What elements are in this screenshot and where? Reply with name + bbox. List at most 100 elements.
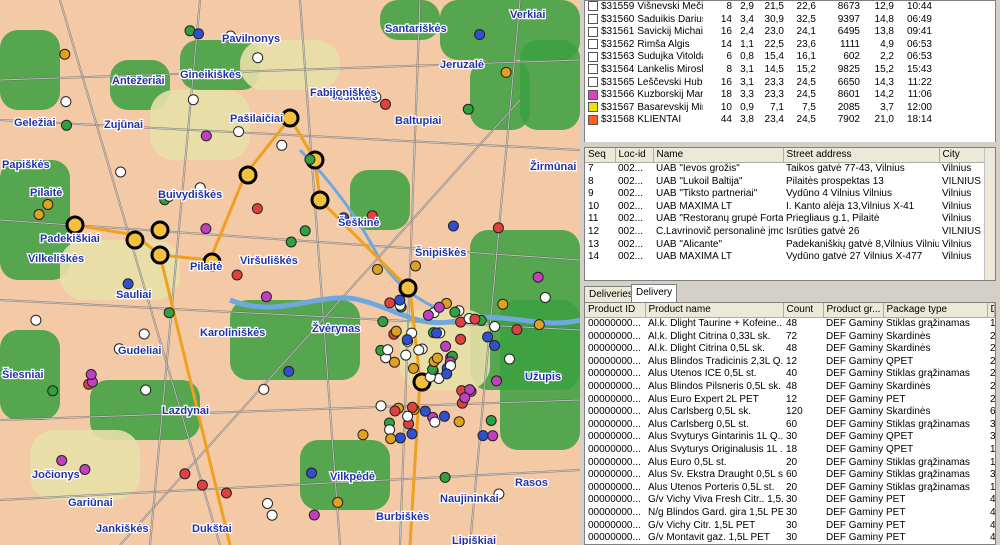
table-row[interactable]: 00000000... Alus Euro 0,5L st. 20 DEF Gamin… — [585, 457, 995, 470]
table-row[interactable]: 00000000... Alus Blindos Tradicinis 2,3L … — [585, 356, 995, 369]
stop-marker[interactable] — [251, 203, 263, 215]
stop-marker-major[interactable] — [280, 108, 300, 128]
stop-marker[interactable] — [394, 432, 406, 444]
stop-marker[interactable] — [79, 464, 91, 475]
stop-marker-major[interactable] — [125, 230, 145, 250]
stop-marker[interactable] — [276, 139, 288, 151]
stop-marker[interactable] — [533, 319, 545, 331]
stop-marker[interactable] — [306, 467, 318, 479]
stop-marker[interactable] — [449, 306, 461, 318]
stop-marker[interactable] — [187, 94, 199, 106]
stop-marker[interactable] — [115, 166, 127, 178]
stop-marker[interactable] — [489, 321, 501, 332]
stop-marker[interactable] — [85, 369, 97, 380]
table-row[interactable]: $31566Kuzborskij Marek 18 3,3 23,3 24,5 8601 1… — [585, 89, 995, 102]
table-row[interactable]: $31559Višnevski Mečislav 8 2,9 21,5 22,6 8673… — [585, 1, 995, 14]
stop-marker[interactable] — [200, 130, 212, 142]
items-grid[interactable]: Product ID Product name Count Product gr...… — [584, 302, 996, 545]
stop-marker[interactable] — [258, 383, 270, 395]
stop-marker[interactable] — [304, 154, 316, 165]
table-row[interactable]: 00000000... Alus Carlsberg 0,5L sk. 120 DEF… — [585, 406, 995, 419]
stop-marker[interactable] — [382, 344, 394, 356]
stop-marker[interactable] — [357, 429, 369, 441]
table-row[interactable]: $31561 Savickij Michail 16 2,4 23,0 24,1 6495 1… — [585, 26, 995, 39]
stop-marker[interactable] — [193, 28, 204, 40]
stop-marker[interactable] — [422, 309, 434, 321]
table-row[interactable]: $31568 KLIENTAI 44 3,8 23,4 24,5 7902 21,0 18:14 — [585, 114, 995, 127]
stop-marker[interactable] — [440, 340, 452, 352]
stop-marker[interactable] — [408, 362, 419, 374]
stop-marker-major[interactable] — [150, 245, 170, 265]
stop-marker[interactable] — [439, 410, 450, 422]
stop-marker[interactable] — [377, 316, 389, 328]
stop-marker[interactable] — [61, 119, 72, 131]
stop-marker[interactable] — [431, 352, 443, 364]
stop-marker[interactable] — [487, 430, 499, 442]
stop-marker[interactable] — [406, 428, 418, 440]
stop-marker[interactable] — [283, 365, 295, 377]
stop-marker[interactable] — [60, 96, 72, 108]
stop-marker[interactable] — [231, 269, 243, 281]
stop-marker[interactable] — [459, 392, 471, 404]
stop-marker[interactable] — [453, 416, 465, 428]
stop-marker[interactable] — [285, 236, 297, 248]
stops-grid[interactable]: Seq Loc-id Name Street address City 7 002... U… — [584, 147, 996, 281]
route-map[interactable]: Santariškės Verkiai Pavilnonys Gineikiškės A… — [0, 0, 580, 545]
stop-marker[interactable] — [402, 410, 414, 422]
stop-marker[interactable] — [469, 313, 481, 325]
tab-deliveries[interactable]: Deliveries — [584, 286, 638, 302]
stop-marker[interactable] — [497, 298, 509, 310]
stop-marker[interactable] — [122, 278, 134, 290]
table-row[interactable]: 00000000... Alus Carlsberg 0,5L st. 60 DEF … — [585, 419, 995, 432]
stop-marker[interactable] — [262, 498, 273, 509]
stop-marker[interactable] — [233, 126, 245, 138]
table-row[interactable]: 00000000... Alus Blindos Pilsneris 0,5L s… — [585, 381, 995, 394]
stop-marker[interactable] — [266, 509, 278, 521]
stop-marker-major[interactable] — [65, 215, 85, 235]
stop-marker-major[interactable] — [150, 220, 170, 240]
tab-delivery-items[interactable]: Delivery items — [631, 284, 678, 313]
stop-marker[interactable] — [140, 384, 152, 396]
stop-marker[interactable] — [455, 333, 467, 345]
table-row[interactable]: 00000000... Alus Švyturys Gintarinis 1L Q… — [585, 431, 995, 444]
stop-marker[interactable] — [375, 400, 387, 412]
stop-marker[interactable] — [433, 301, 445, 313]
table-row[interactable]: 00000000... Alus Šv. Ekstra Draught 0,5L … — [585, 469, 995, 482]
stop-marker[interactable] — [394, 294, 406, 306]
stop-marker[interactable] — [489, 340, 501, 351]
stop-marker[interactable] — [431, 327, 442, 339]
table-row[interactable]: 13 002... UAB "Alicante" Padekaniškių gatvė… — [585, 239, 995, 252]
stop-marker-major[interactable] — [310, 190, 330, 210]
stop-marker[interactable] — [33, 209, 45, 220]
table-row[interactable]: $31567Basarevskij Miroslav 10 0,9 7,1 7,5 208… — [585, 102, 995, 115]
stop-marker[interactable] — [539, 292, 551, 303]
table-row[interactable]: 00000000... Al.k. Dlight Citrina 0,5L sk.… — [585, 343, 995, 356]
stop-marker[interactable] — [372, 263, 383, 275]
stop-marker[interactable] — [485, 415, 497, 426]
table-row[interactable]: 00000000... G/v Vichy Citr. 1,5L PET 30 DEF… — [585, 520, 995, 533]
stop-marker-major[interactable] — [398, 278, 418, 298]
stop-marker[interactable] — [138, 328, 150, 340]
stop-marker[interactable] — [462, 103, 474, 115]
agents-grid[interactable]: $31559Višnevski Mečislav 8 2,9 21,5 22,6 8673… — [584, 0, 996, 144]
stop-marker[interactable] — [504, 353, 515, 365]
table-row[interactable]: 10 002... UAB MAXIMA LT I. Kanto alėja 13,V… — [585, 201, 995, 214]
table-row[interactable]: $31560 Šaduikis Darius 14 3,4 30,9 32,5 9397 14… — [585, 14, 995, 27]
stop-marker[interactable] — [200, 223, 212, 235]
stop-marker[interactable] — [401, 334, 413, 346]
stop-marker-major[interactable] — [238, 165, 258, 185]
stop-marker[interactable] — [413, 344, 425, 356]
stop-marker[interactable] — [30, 314, 42, 326]
table-row[interactable]: $31562 Rimša Algis 14 1,1 22,5 23,6 1111 4,9 06:… — [585, 39, 995, 52]
table-row[interactable]: 00000000... Alus Utenos ICE 0,5L st. 40 DEF… — [585, 368, 995, 381]
stop-marker[interactable] — [400, 349, 412, 361]
stop-marker[interactable] — [390, 325, 402, 337]
stop-marker[interactable] — [380, 98, 391, 110]
stop-marker[interactable] — [196, 479, 208, 491]
stop-marker[interactable] — [384, 424, 396, 436]
table-row[interactable]: 8 002... UAB "Lukoil Baltija" Pilaitės pros… — [585, 176, 995, 189]
stop-marker[interactable] — [260, 291, 272, 303]
stop-marker[interactable] — [179, 468, 191, 480]
stop-marker[interactable] — [163, 307, 175, 319]
stops-scrollbar[interactable] — [984, 148, 995, 280]
